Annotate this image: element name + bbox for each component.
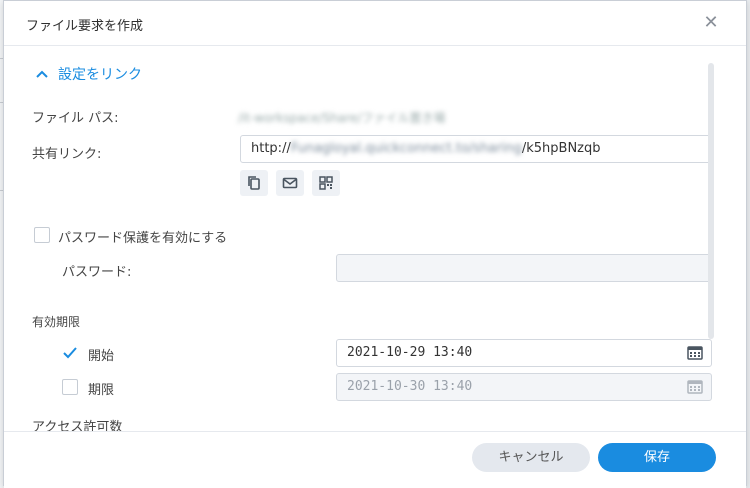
qr-code-button[interactable] (312, 170, 340, 196)
dialog-title-bar: ファイル要求を作成 ✕ (4, 1, 746, 46)
file-request-dialog: ファイル要求を作成 ✕ 設定をリンク ファイル パス: /it-workspac… (3, 0, 747, 488)
close-icon[interactable]: ✕ (702, 14, 720, 32)
email-link-button[interactable] (276, 170, 304, 196)
scrollbar[interactable] (708, 63, 714, 339)
checkmark-icon (63, 347, 77, 359)
password-label: パスワード: (62, 265, 132, 280)
cancel-button[interactable]: キャンセル (472, 443, 590, 472)
end-label: 期限 (88, 383, 115, 398)
share-link-suffix: /k5hpBNzqb (521, 141, 601, 156)
start-datetime-value: 2021-10-29 13:40 (347, 345, 473, 360)
file-path-label: ファイル パス: (32, 111, 119, 126)
start-label: 開始 (88, 349, 115, 364)
qr-code-icon (319, 176, 333, 190)
password-field[interactable] (336, 254, 712, 282)
chevron-up-icon (36, 70, 48, 78)
password-protect-label: パスワード保護を有効にする (58, 231, 228, 246)
start-datetime-field[interactable]: 2021-10-29 13:40 (336, 339, 712, 367)
share-link-field[interactable]: http://Funagloyal.quickconnect.to/sharin… (240, 135, 712, 163)
file-path-value: /it-workspace/Share/ファイル置き場 (238, 111, 446, 125)
copy-icon (248, 176, 260, 190)
expiry-heading: 有効期限 (32, 315, 81, 329)
calendar-icon[interactable] (687, 346, 703, 360)
password-protect-checkbox[interactable] (34, 227, 50, 243)
calendar-icon (687, 380, 703, 394)
save-button[interactable]: 保存 (598, 443, 716, 472)
end-datetime-value: 2021-10-30 13:40 (347, 379, 473, 394)
start-checkbox[interactable] (62, 345, 78, 361)
share-link-prefix: http:// (251, 141, 291, 156)
share-link-label: 共有リンク: (32, 147, 102, 162)
end-checkbox[interactable] (62, 379, 78, 395)
section-title: 設定をリンク (58, 67, 142, 83)
share-link-host: Funagloyal.quickconnect.to/sharing (290, 141, 522, 156)
end-datetime-field[interactable]: 2021-10-30 13:40 (336, 373, 712, 401)
mail-icon (282, 177, 298, 189)
copy-link-button[interactable] (240, 170, 268, 196)
dialog-title: ファイル要求を作成 (26, 19, 144, 34)
